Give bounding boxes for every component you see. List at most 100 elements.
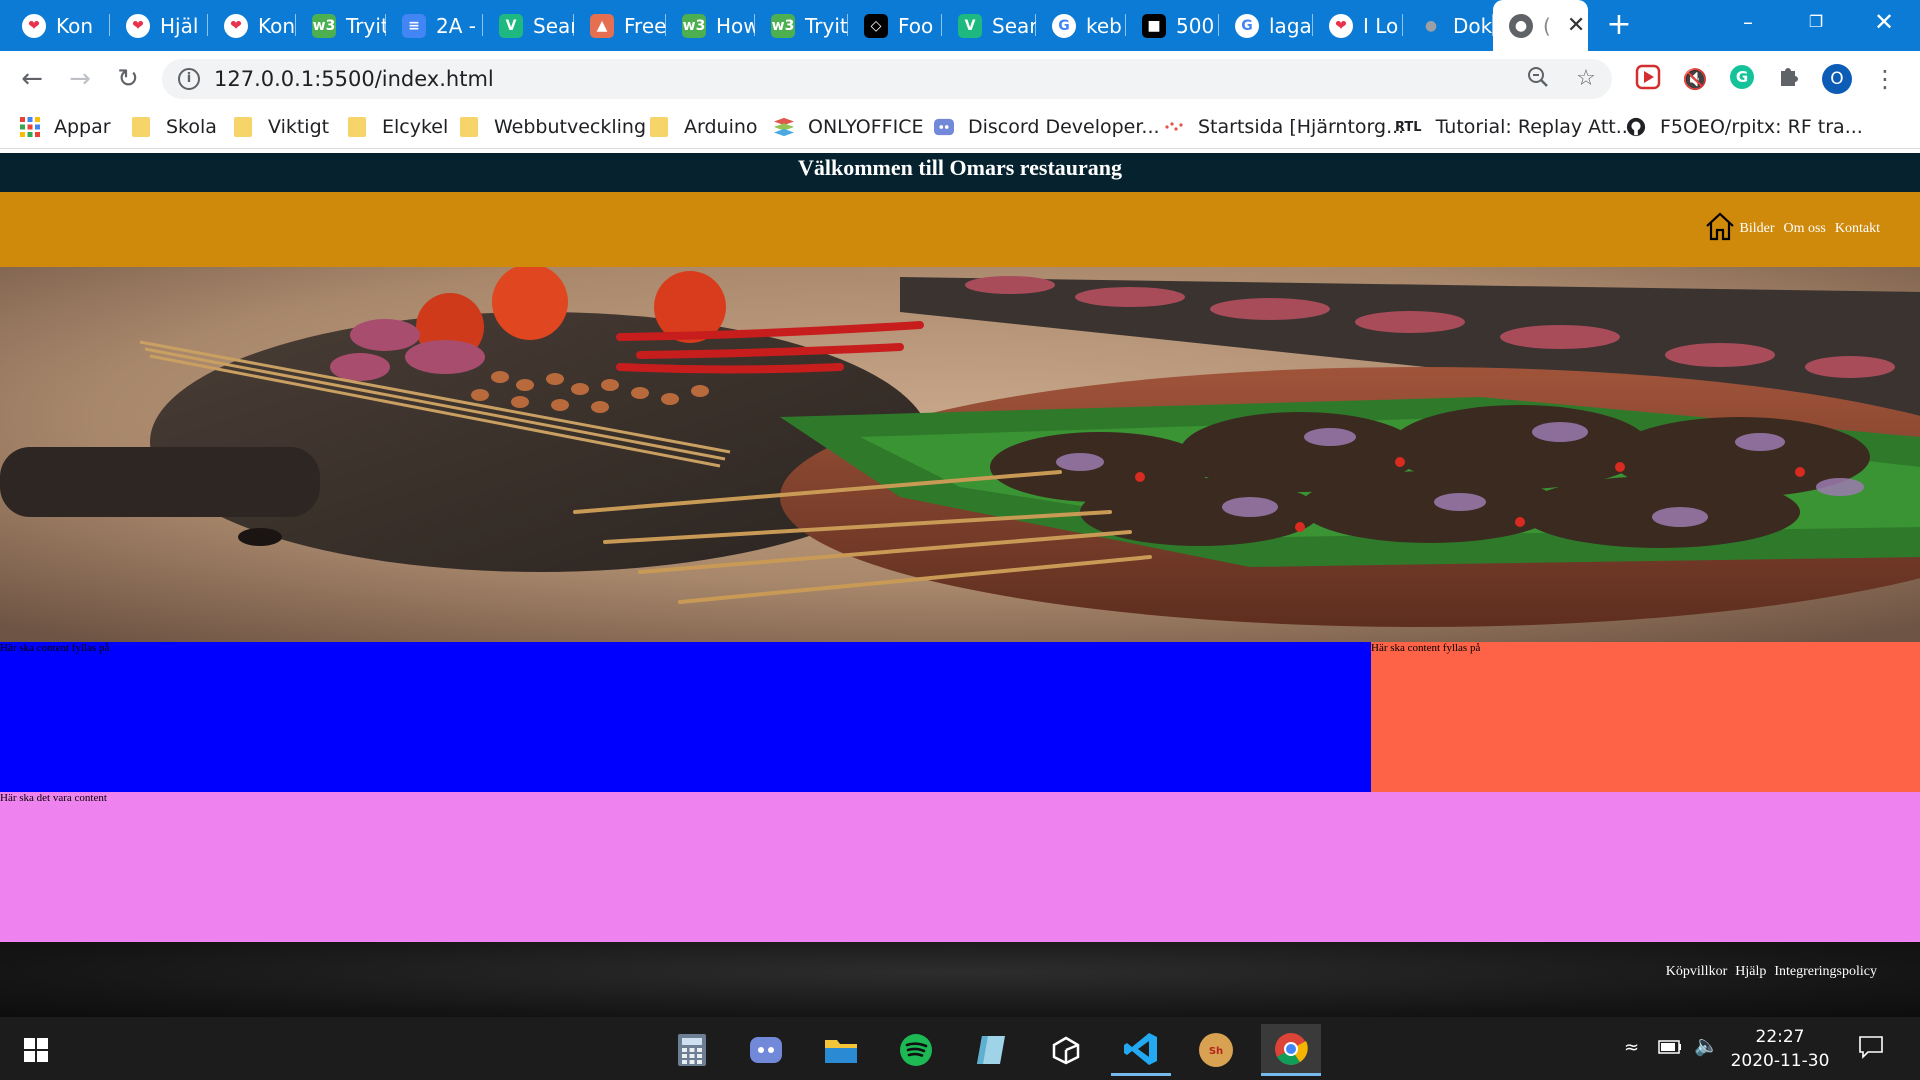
system-clock[interactable]: 22:27 2020-11-30 — [1715, 1025, 1845, 1073]
tab[interactable]: ❤ Hjäl — [110, 0, 208, 51]
profile-avatar[interactable]: O — [1822, 64, 1852, 94]
bookmark-item[interactable]: Elcykel — [348, 105, 448, 149]
bookmark-item[interactable]: Webbutveckling — [460, 105, 646, 149]
network-icon[interactable]: ≈ — [1624, 1037, 1639, 1058]
folder-icon — [132, 117, 150, 137]
tab[interactable]: ▲ Free — [574, 0, 666, 51]
rtl-icon: RTL — [1395, 119, 1422, 135]
grammarly-icon[interactable]: G — [1727, 64, 1757, 94]
bookmark-item[interactable]: Discord Developer... — [934, 105, 1160, 149]
tab[interactable]: ≡ 2A - — [386, 0, 483, 51]
address-bar[interactable]: i 127.0.0.1:5500/index.html ☆ — [162, 59, 1612, 99]
notifications-icon[interactable] — [1858, 1035, 1884, 1063]
chrome-icon[interactable] — [1261, 1024, 1321, 1076]
notes-icon[interactable] — [961, 1024, 1021, 1076]
url-text[interactable]: 127.0.0.1:5500/index.html — [214, 67, 494, 91]
github-icon — [1626, 117, 1646, 137]
tab-title: Kon — [258, 13, 296, 38]
heart-icon: ❤ — [1329, 13, 1353, 38]
tab[interactable]: w3 How — [666, 0, 755, 51]
bookmark-item[interactable]: RTL Tutorial: Replay Att... — [1395, 105, 1634, 149]
hero-food-image — [0, 267, 1920, 642]
new-tab-button[interactable]: + — [1600, 6, 1638, 44]
tab-title: Tryit — [346, 13, 386, 38]
onlyoffice-icon — [774, 117, 794, 137]
minimize-button[interactable]: – — [1714, 0, 1782, 44]
bookmark-label: Webbutveckling — [494, 116, 647, 138]
bookmark-item[interactable]: Appar — [20, 105, 111, 149]
nav-link-om-oss[interactable]: Om oss — [1783, 221, 1825, 237]
battery-icon[interactable] — [1658, 1039, 1682, 1058]
tab[interactable]: w3 Tryit — [296, 0, 386, 51]
extensions-puzzle-icon[interactable] — [1774, 64, 1804, 94]
tab[interactable]: ■ 500 — [1126, 0, 1219, 51]
bookmark-label: Viktigt — [268, 116, 330, 138]
tab[interactable]: ◇ Foo — [848, 0, 942, 51]
calculator-icon[interactable] — [662, 1024, 722, 1076]
browser-toolbar: ← → ↻ i 127.0.0.1:5500/index.html ☆ 🔇 G … — [0, 51, 1920, 105]
bookmark-item[interactable]: F5OEO/rpitx: RF tra... — [1626, 105, 1863, 149]
close-window-button[interactable]: ✕ — [1850, 0, 1918, 44]
bookmark-star-icon[interactable]: ☆ — [1572, 65, 1600, 93]
tab-title: Free — [624, 13, 666, 38]
tab-active[interactable]: ● (✕ — [1493, 0, 1588, 51]
tab[interactable]: ❤ Kon — [6, 0, 110, 51]
tab[interactable]: ❤ Kon — [208, 0, 296, 51]
spotify-icon[interactable] — [886, 1024, 946, 1076]
zoom-icon[interactable] — [1524, 65, 1552, 93]
bookmark-item[interactable]: Skola — [132, 105, 217, 149]
site-nav-bar: Bilder Om oss Kontakt — [0, 192, 1920, 267]
unity-icon[interactable] — [1036, 1024, 1096, 1076]
bookmark-label: F5OEO/rpitx: RF tra... — [1660, 116, 1863, 138]
home-icon[interactable] — [1704, 210, 1736, 247]
footer-link-hjalp[interactable]: Hjälp — [1735, 964, 1766, 980]
bookmark-item[interactable]: ONLYOFFICE — [774, 105, 923, 149]
windows-taskbar: Sh ≈ 🔈 22:27 2020-11-30 — [0, 1017, 1920, 1080]
restore-button[interactable]: ❐ — [1782, 0, 1850, 44]
footer-link-kopvillkor[interactable]: Köpvillkor — [1666, 964, 1727, 980]
tab-title: ( — [1543, 13, 1551, 38]
heart-icon: ❤ — [224, 13, 248, 38]
vscode-icon[interactable] — [1111, 1024, 1171, 1076]
tab[interactable]: ● Dok — [1403, 0, 1493, 51]
bookmark-item[interactable]: Viktigt — [234, 105, 329, 149]
nav-link-kontakt[interactable]: Kontakt — [1835, 221, 1880, 237]
shotcut-icon[interactable]: Sh — [1186, 1024, 1246, 1076]
globe-icon: ● — [1424, 17, 1438, 34]
vuetify-icon: V — [499, 13, 523, 38]
browser-tab-strip: ❤ Kon ❤ Hjäl ❤ Kon w3 Tryit ≡ 2A - V Sear ▲ Free w3 How… — [0, 0, 1920, 51]
file-explorer-icon[interactable] — [811, 1024, 871, 1076]
extension-video-icon[interactable] — [1633, 64, 1663, 94]
folder-icon — [348, 117, 366, 137]
tab-title: Foo — [898, 13, 934, 38]
content-main: Här ska content fyllas på — [0, 642, 1371, 792]
menu-kebab-icon[interactable]: ⋮ — [1870, 64, 1900, 94]
tab[interactable]: ❤ I Lo — [1313, 0, 1403, 51]
tab-title: How — [716, 13, 755, 38]
heart-icon: ❤ — [126, 13, 150, 38]
tab-title: Sear — [992, 13, 1036, 38]
tab[interactable]: V Sear — [483, 0, 574, 51]
start-windows-icon[interactable] — [6, 1024, 66, 1076]
bookmark-item[interactable]: Arduino — [650, 105, 758, 149]
w3schools-icon: w3 — [771, 13, 795, 38]
tab-title: Kon — [56, 13, 94, 38]
tab[interactable]: w3 Tryit — [755, 0, 848, 51]
tab[interactable]: V Sear — [942, 0, 1036, 51]
tab[interactable]: Glaga — [1219, 0, 1313, 51]
reload-icon[interactable]: ↻ — [110, 61, 146, 97]
tab[interactable]: Gkeb — [1036, 0, 1126, 51]
nav-link-bilder[interactable]: Bilder — [1739, 221, 1774, 237]
mute-tab-icon[interactable]: 🔇 — [1680, 64, 1710, 94]
discord-icon[interactable] — [736, 1024, 796, 1076]
footer-link-integreringspolicy[interactable]: Integreringspolicy — [1774, 964, 1877, 980]
back-icon[interactable]: ← — [14, 61, 50, 97]
tab-title: I Lo — [1363, 13, 1399, 38]
site-info-icon[interactable]: i — [178, 68, 200, 90]
bookmark-item[interactable]: Startsida [Hjärntorg... — [1164, 105, 1404, 149]
tab-title: keb — [1086, 13, 1122, 38]
close-tab-icon[interactable]: ✕ — [1567, 13, 1585, 38]
tab-title: Dok — [1453, 13, 1493, 38]
forward-icon[interactable]: → — [62, 61, 98, 97]
web-page: Välkommen till Omars restaurang Bilder O… — [0, 153, 1920, 1017]
